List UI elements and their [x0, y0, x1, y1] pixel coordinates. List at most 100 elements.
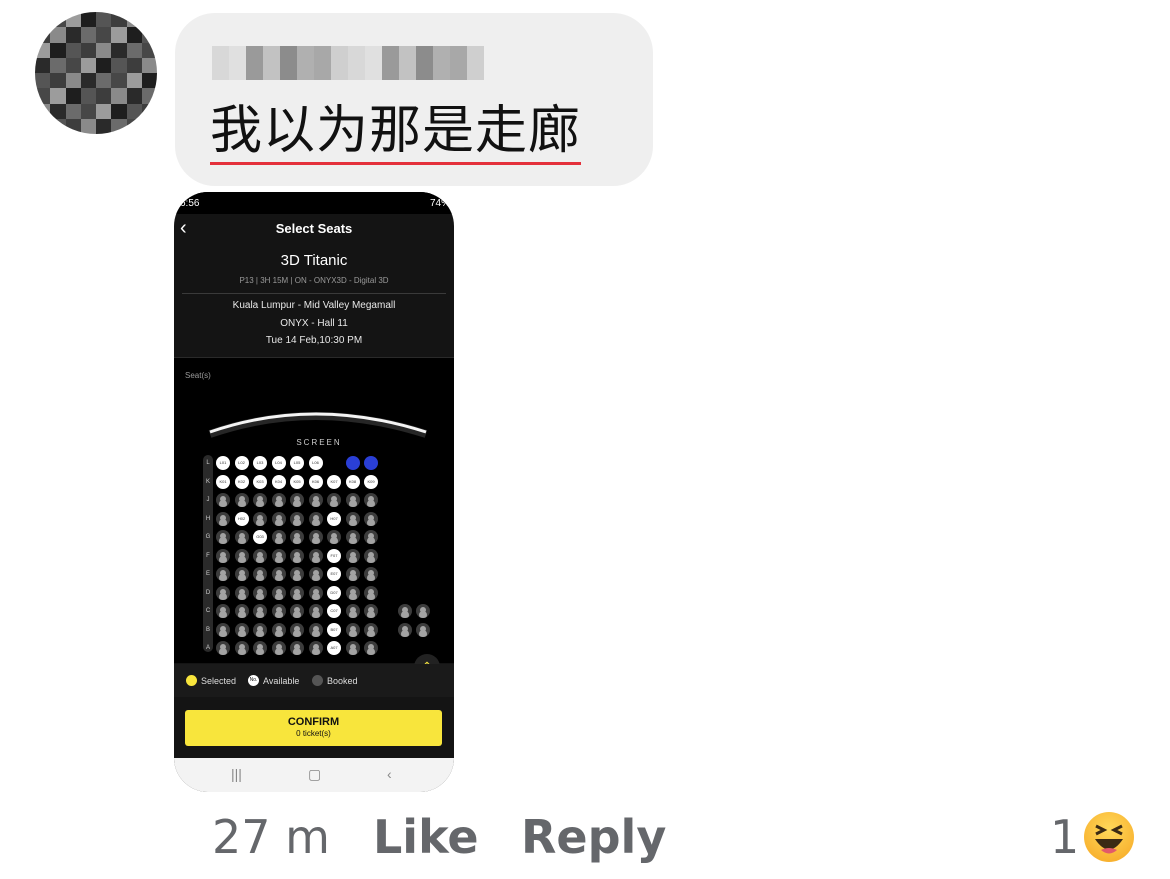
seat-booked[interactable]: [253, 585, 267, 600]
seat-booked[interactable]: [271, 604, 286, 618]
seat-booked[interactable]: [290, 530, 304, 544]
seat-booked[interactable]: [345, 493, 360, 507]
seat-available[interactable]: K04: [271, 474, 286, 489]
seat-booked[interactable]: [364, 493, 378, 507]
seat-booked[interactable]: [345, 585, 360, 600]
seat-booked[interactable]: [290, 604, 304, 618]
seat-available[interactable]: K05: [290, 474, 304, 489]
seat-booked[interactable]: [290, 511, 304, 526]
seat-booked[interactable]: [327, 530, 341, 544]
seat-booked[interactable]: [290, 567, 304, 581]
seat-booked[interactable]: [308, 530, 323, 544]
seat-booked[interactable]: [290, 493, 304, 507]
seat-booked[interactable]: [234, 604, 249, 618]
seat-available[interactable]: K09: [364, 474, 378, 489]
wheelchair-seat[interactable]: [345, 456, 360, 470]
seat-booked[interactable]: [253, 548, 267, 563]
seat-booked[interactable]: [271, 641, 286, 655]
avatar[interactable]: [35, 12, 157, 134]
confirm-button[interactable]: CONFIRM 0 ticket(s): [185, 710, 442, 746]
seat-booked[interactable]: [308, 493, 323, 507]
seat-booked[interactable]: [234, 548, 249, 563]
seat-booked[interactable]: [345, 622, 360, 637]
attached-screenshot[interactable]: 6:56 74% ‹ Select Seats 3D Titanic P13 |…: [174, 192, 454, 792]
seat-booked[interactable]: [398, 622, 412, 637]
seat-available[interactable]: E07: [327, 567, 341, 581]
seat-available[interactable]: L02: [234, 456, 249, 470]
seat-available[interactable]: G03: [253, 530, 267, 544]
recent-apps-icon[interactable]: |||: [231, 766, 242, 782]
seat-booked[interactable]: [364, 641, 378, 655]
seat-booked[interactable]: [271, 622, 286, 637]
seat-booked[interactable]: [416, 622, 430, 637]
seat-available[interactable]: H02: [234, 511, 249, 526]
seat-booked[interactable]: [345, 604, 360, 618]
seat-booked[interactable]: [364, 548, 378, 563]
seat-booked[interactable]: [216, 530, 230, 544]
seat-available[interactable]: L04: [271, 456, 286, 470]
seat-booked[interactable]: [253, 641, 267, 655]
seat-available[interactable]: C07: [327, 604, 341, 618]
seat-booked[interactable]: [364, 585, 378, 600]
seat-available[interactable]: L03: [253, 456, 267, 470]
seat-available[interactable]: K01: [216, 474, 230, 489]
seat-booked[interactable]: [308, 511, 323, 526]
seat-available[interactable]: L06: [308, 456, 323, 470]
seat-booked[interactable]: [290, 585, 304, 600]
seat-booked[interactable]: [308, 548, 323, 563]
seat-available[interactable]: H07: [327, 511, 341, 526]
seat-available[interactable]: D07: [327, 585, 341, 600]
seat-booked[interactable]: [290, 641, 304, 655]
seat-booked[interactable]: [271, 585, 286, 600]
seat-available[interactable]: B07: [327, 622, 341, 637]
seat-booked[interactable]: [234, 641, 249, 655]
seat-available[interactable]: K02: [234, 474, 249, 489]
seat-booked[interactable]: [271, 548, 286, 563]
seat-booked[interactable]: [216, 604, 230, 618]
seat-booked[interactable]: [308, 604, 323, 618]
seat-booked[interactable]: [234, 585, 249, 600]
commenter-name-blurred[interactable]: [212, 46, 484, 80]
seat-booked[interactable]: [234, 493, 249, 507]
seat-booked[interactable]: [398, 604, 412, 618]
seat-booked[interactable]: [290, 548, 304, 563]
seat-booked[interactable]: [364, 530, 378, 544]
seat-booked[interactable]: [216, 641, 230, 655]
seat-booked[interactable]: [345, 548, 360, 563]
back-icon[interactable]: ‹: [387, 766, 392, 782]
seat-booked[interactable]: [234, 530, 249, 544]
seat-booked[interactable]: [308, 641, 323, 655]
seat-booked[interactable]: [364, 511, 378, 526]
seat-booked[interactable]: [216, 585, 230, 600]
seat-available[interactable]: L01: [216, 456, 230, 470]
seat-booked[interactable]: [271, 530, 286, 544]
seat-booked[interactable]: [345, 641, 360, 655]
seat-booked[interactable]: [216, 548, 230, 563]
seat-booked[interactable]: [364, 567, 378, 581]
seat-available[interactable]: K06: [308, 474, 323, 489]
like-button[interactable]: Like: [373, 810, 479, 864]
seat-available[interactable]: F07: [327, 548, 341, 563]
seat-booked[interactable]: [345, 511, 360, 526]
seat-booked[interactable]: [290, 622, 304, 637]
seat-booked[interactable]: [327, 493, 341, 507]
seat-booked[interactable]: [308, 567, 323, 581]
seat-available[interactable]: K07: [327, 474, 341, 489]
seat-booked[interactable]: [216, 567, 230, 581]
seat-booked[interactable]: [308, 622, 323, 637]
seat-booked[interactable]: [216, 511, 230, 526]
seat-booked[interactable]: [234, 622, 249, 637]
seat-booked[interactable]: [253, 567, 267, 581]
seat-booked[interactable]: [234, 567, 249, 581]
seat-booked[interactable]: [345, 567, 360, 581]
seat-available[interactable]: A07: [327, 641, 341, 655]
seat-booked[interactable]: [364, 622, 378, 637]
home-icon[interactable]: ▢: [308, 766, 321, 783]
seat-booked[interactable]: [271, 567, 286, 581]
seat-booked[interactable]: [216, 493, 230, 507]
seat-booked[interactable]: [364, 604, 378, 618]
seat-booked[interactable]: [253, 493, 267, 507]
seat-booked[interactable]: [253, 604, 267, 618]
seat-booked[interactable]: [253, 622, 267, 637]
seat-available[interactable]: L05: [290, 456, 304, 470]
